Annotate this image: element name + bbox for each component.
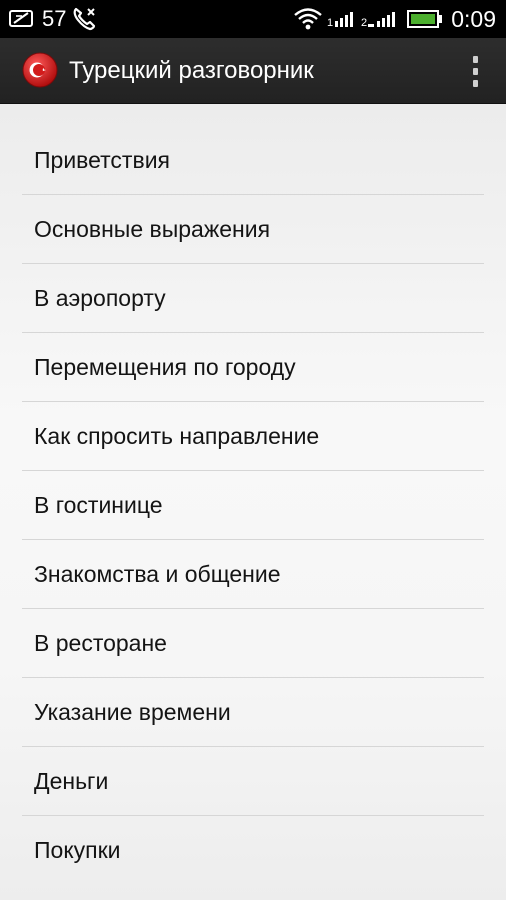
topic-item[interactable]: В гостинице — [22, 471, 484, 540]
evernote-note-icon — [8, 7, 36, 31]
topic-item[interactable]: Указание времени — [22, 678, 484, 747]
signal-icon-2: 2 — [361, 9, 401, 29]
missed-call-icon — [70, 5, 98, 33]
topic-item[interactable]: Приветствия — [22, 126, 484, 195]
wifi-icon — [293, 7, 323, 31]
svg-text:2: 2 — [361, 17, 367, 29]
signal-icon-1: 1 — [327, 9, 359, 29]
status-bar-right: 1 2 0:09 — [293, 0, 496, 38]
topic-list-container: Приветствия Основные выражения В аэропор… — [0, 104, 506, 900]
overflow-menu-icon[interactable] — [460, 52, 490, 90]
topic-item[interactable]: Основные выражения — [22, 195, 484, 264]
app-title: Турецкий разговорник — [69, 57, 314, 84]
topic-item[interactable]: Покупки — [22, 816, 484, 884]
topic-item[interactable]: Как спросить направление — [22, 402, 484, 471]
turkey-flag-icon[interactable] — [22, 52, 58, 88]
topic-item[interactable]: В ресторане — [22, 609, 484, 678]
notification-count: 57 — [42, 6, 67, 31]
action-bar: Турецкий разговорник — [0, 38, 506, 104]
battery-icon — [407, 9, 443, 29]
topic-item[interactable]: В аэропорту — [22, 264, 484, 333]
topic-item[interactable]: Перемещения по городу — [22, 333, 484, 402]
status-bar: 57 1 2 0:09 — [0, 0, 506, 38]
status-time: 0:09 — [451, 5, 496, 32]
topic-item[interactable]: Деньги — [22, 747, 484, 816]
status-bar-left: 57 — [8, 0, 98, 38]
topic-item[interactable]: Знакомства и общение — [22, 540, 484, 609]
topic-list: Приветствия Основные выражения В аэропор… — [22, 126, 484, 884]
svg-text:1: 1 — [327, 17, 333, 29]
